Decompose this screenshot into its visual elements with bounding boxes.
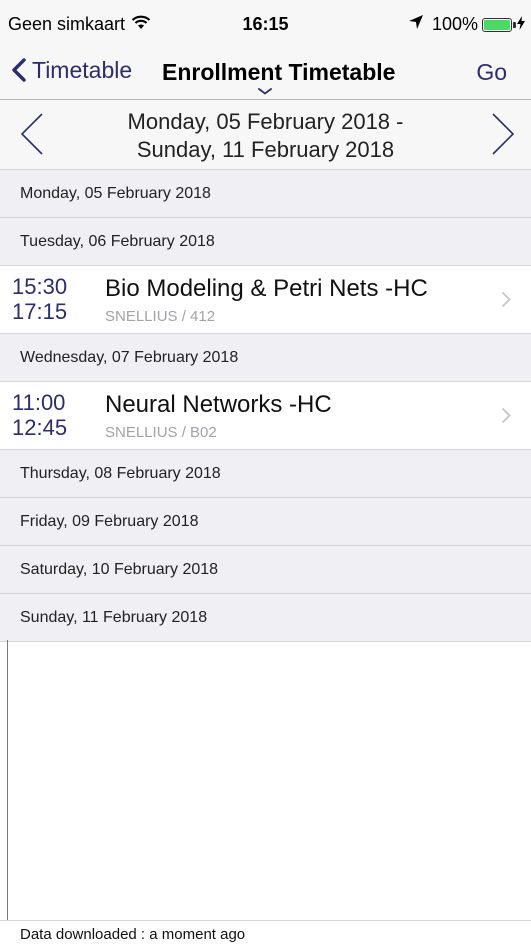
download-status-footer: Data downloaded : a moment ago <box>0 920 531 945</box>
event-times: 11:00 12:45 <box>12 390 67 440</box>
event-end-time: 17:15 <box>12 299 68 324</box>
event-start-time: 15:30 <box>12 274 68 299</box>
event-row[interactable]: 15:30 17:15 Bio Modeling & Petri Nets -H… <box>0 266 531 334</box>
event-start-time: 11:00 <box>12 390 66 415</box>
back-button[interactable]: Timetable <box>12 54 132 86</box>
back-chevron-icon <box>12 58 26 82</box>
week-range-start: Monday, 05 February 2018 - <box>127 109 404 134</box>
event-location: SNELLIUS / B02 <box>105 424 217 441</box>
navigation-bar: Timetable Enrollment Timetable Go <box>0 40 531 100</box>
battery-percent: 100% <box>431 14 478 34</box>
battery-cap <box>513 21 516 28</box>
day-header-friday: Friday, 09 February 2018 <box>0 498 531 546</box>
day-header-tuesday: Tuesday, 06 February 2018 <box>0 218 531 266</box>
chevron-down-icon[interactable] <box>258 88 272 95</box>
event-end-time: 12:45 <box>12 415 68 440</box>
next-week-chevron-icon[interactable] <box>489 110 517 158</box>
previous-week-chevron-icon[interactable] <box>18 110 46 158</box>
go-button[interactable]: Go <box>476 59 507 86</box>
event-title: Bio Modeling & Petri Nets -HC <box>105 275 428 302</box>
status-right-group: 100% <box>408 14 525 35</box>
day-header-thursday: Thursday, 08 February 2018 <box>0 450 531 498</box>
week-selector: Monday, 05 February 2018 - Sunday, 11 Fe… <box>0 100 531 170</box>
day-header-wednesday: Wednesday, 07 February 2018 <box>0 334 531 382</box>
disclosure-chevron-icon <box>501 291 511 308</box>
scroll-edge-divider <box>7 640 8 920</box>
week-range-end: Sunday, 11 February 2018 <box>136 137 395 162</box>
event-location: SNELLIUS / 412 <box>105 308 216 325</box>
week-range-label: Monday, 05 February 2018 - Sunday, 11 Fe… <box>80 108 451 164</box>
day-header-saturday: Saturday, 10 February 2018 <box>0 546 531 594</box>
battery-icon <box>482 17 516 32</box>
event-title: Neural Networks -HC <box>105 391 332 418</box>
disclosure-chevron-icon <box>501 407 511 424</box>
event-row[interactable]: 11:00 12:45 Neural Networks -HC SNELLIUS… <box>0 382 531 450</box>
day-header-monday: Monday, 05 February 2018 <box>0 170 531 218</box>
charging-bolt-icon <box>517 16 525 33</box>
page-title: Enrollment Timetable <box>162 59 396 85</box>
day-header-sunday: Sunday, 11 February 2018 <box>0 594 531 642</box>
event-times: 15:30 17:15 <box>12 274 67 324</box>
status-bar: Geen simkaart 16:15 100% <box>0 0 531 40</box>
location-arrow-icon <box>408 14 424 35</box>
back-button-label: Timetable <box>32 56 133 83</box>
timetable-list: Monday, 05 February 2018 Tuesday, 06 Feb… <box>0 170 531 642</box>
battery-level-fill <box>484 19 510 30</box>
